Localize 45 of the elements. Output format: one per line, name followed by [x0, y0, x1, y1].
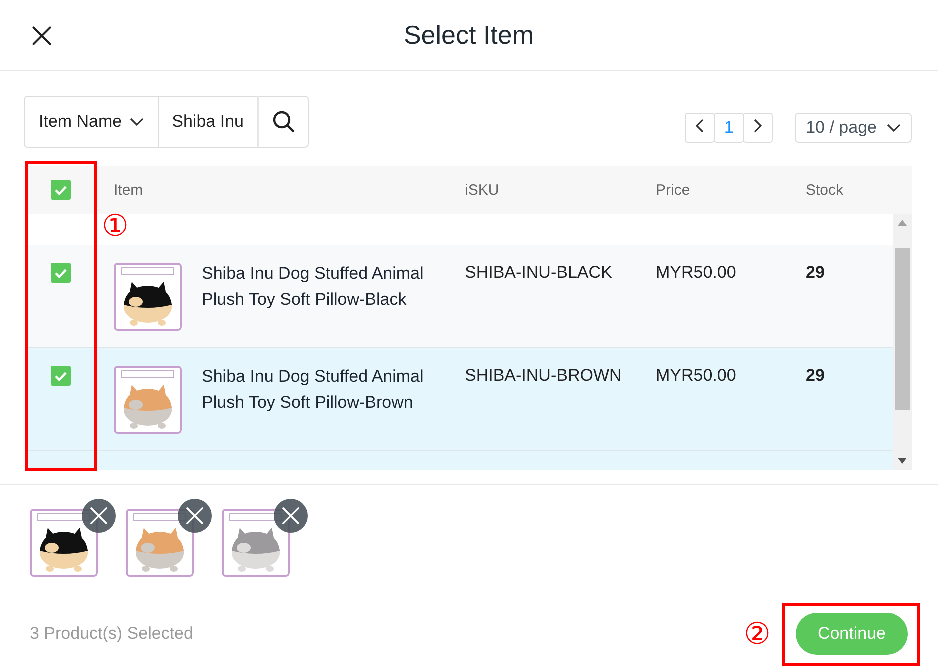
search-icon: [272, 110, 296, 134]
scrollbar-thumb[interactable]: [895, 248, 910, 410]
row-checkbox[interactable]: [51, 366, 71, 386]
chevron-down-icon: [130, 118, 144, 126]
select-all-checkbox[interactable]: [51, 180, 71, 200]
close-icon: [89, 506, 109, 526]
sku-cell-text: SHIBA-INU-BLACK: [464, 263, 614, 283]
table-row[interactable]: Shiba Inu Dog Stuffed Animal Plush Toy Soft Pillow-Black SHIBA-INU-BLACK MYR50.00 29: [26, 245, 893, 348]
column-header: iSKU: [464, 182, 500, 198]
selected-count: 3 Product(s) Selected: [30, 624, 194, 644]
column-header: Item: [113, 182, 144, 198]
search-field[interactable]: Shiba Inu: [159, 96, 260, 148]
close-icon: [31, 25, 53, 47]
stock-cell-text: 29: [805, 263, 826, 283]
sku-cell-text: SHIBA-INU-BROWN: [464, 366, 623, 386]
price-cell-text: MYR50.00: [655, 366, 738, 386]
column-header: Price: [655, 182, 692, 198]
checkmark-icon: [54, 184, 68, 196]
search-field-select[interactable]: Item Name: [24, 96, 160, 148]
remove-button[interactable]: [178, 499, 212, 533]
scrollbar[interactable]: [893, 214, 912, 470]
checkmark-icon: [54, 370, 68, 382]
chevron-down-icon: [887, 124, 901, 132]
stock-cell-text: 29: [805, 366, 826, 386]
chevron-right-icon: [753, 119, 764, 133]
dialog-title: Select Item: [404, 20, 534, 50]
remove-button[interactable]: [82, 499, 116, 533]
previous-page-button[interactable]: [685, 113, 716, 143]
step-number: ②: [744, 620, 771, 650]
next-page-button[interactable]: [743, 113, 774, 143]
chevron-left-icon: [695, 119, 706, 133]
search-button[interactable]: [259, 96, 310, 148]
close-icon: [281, 506, 301, 526]
close-icon: [185, 506, 205, 526]
checkmark-icon: [54, 268, 68, 278]
step-number: ①: [102, 212, 129, 242]
item-name: Shiba Inu Dog Stuffed Animal Plush Toy Soft Pillow-Brown: [202, 366, 425, 414]
row-checkbox[interactable]: [51, 263, 71, 283]
page-size-select[interactable]: 10 / page: [795, 113, 912, 143]
remove-button[interactable]: [274, 499, 308, 533]
price-cell-text: MYR50.00: [655, 263, 738, 283]
table-row[interactable]: Shiba Inu Dog Stuffed Animal Plush Toy Soft Pillow-Brown SHIBA-INU-BROWN MYR50.00 29: [26, 348, 893, 451]
scroll-down-icon[interactable]: [898, 458, 907, 464]
column-header: Stock: [805, 182, 845, 198]
item-name: Shiba Inu Dog Stuffed Animal Plush Toy Soft Pillow-Black: [202, 263, 425, 311]
